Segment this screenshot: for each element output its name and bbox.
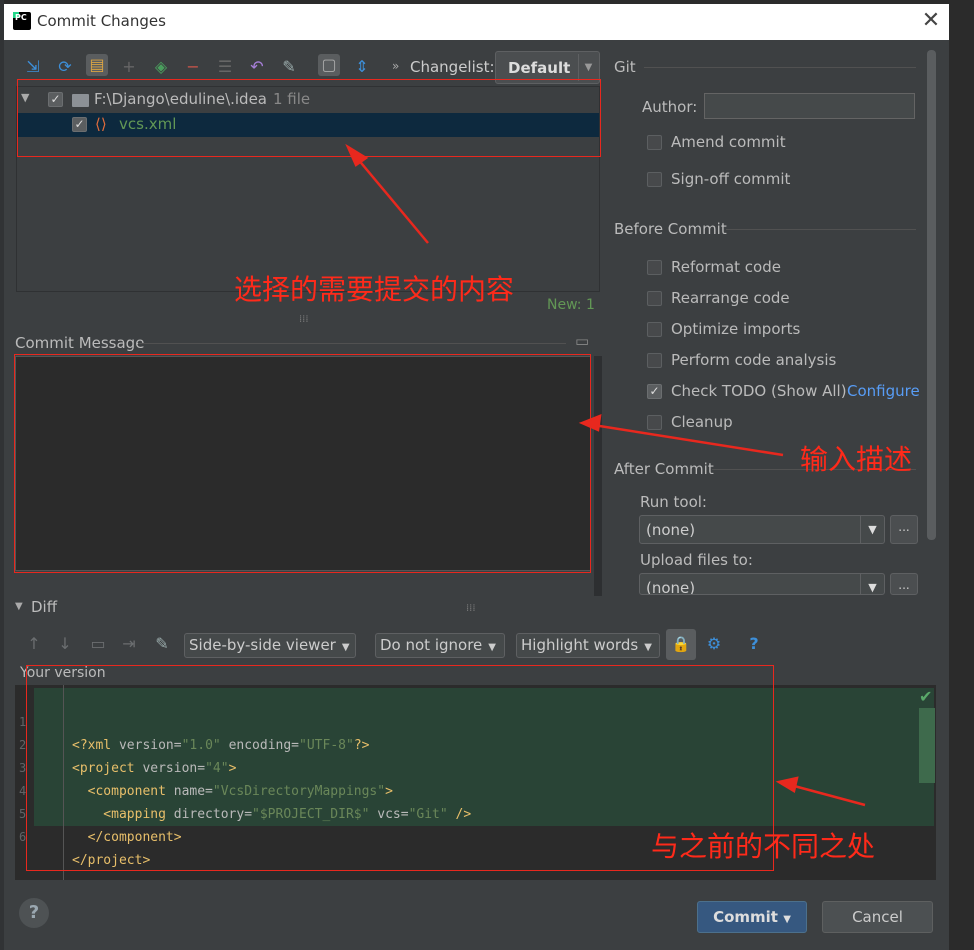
annotation-text-files: 选择的需要提交的内容: [234, 273, 515, 306]
annotation-arrow-message: [586, 422, 784, 457]
annotation-arrowhead-files: [345, 143, 369, 167]
annotation-arrowhead-message: [578, 414, 602, 432]
annotation-arrow-files: [351, 151, 429, 244]
annotation-text-diff: 与之前的不同之处: [651, 830, 876, 863]
annotation-arrowhead-diff: [775, 776, 799, 793]
annotation-text-message: 输入描述: [800, 443, 913, 476]
